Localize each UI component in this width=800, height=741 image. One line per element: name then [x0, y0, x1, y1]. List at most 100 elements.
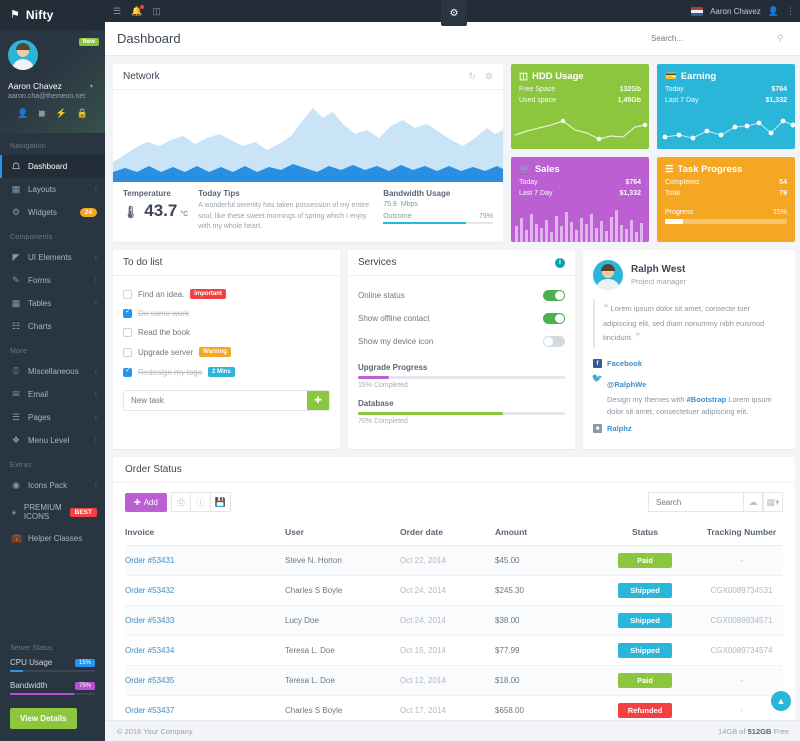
topbar-username[interactable]: Aaron Chavez: [710, 7, 761, 16]
arrow-up-icon[interactable]: ▲: [771, 691, 791, 711]
todo-item[interactable]: Do some work: [123, 304, 330, 323]
lock-icon[interactable]: 🔒: [77, 108, 88, 119]
table-row[interactable]: Order #53437 Charles S Boyle Oct 17, 201…: [125, 696, 783, 720]
sidebar-item-forms[interactable]: ✎ Forms ›: [0, 269, 105, 292]
sidebar-item-pages[interactable]: ☰ Pages ›: [0, 406, 105, 429]
service-toggle-row[interactable]: Show offline contact: [358, 307, 565, 330]
sidebar-item-premium-icons[interactable]: ⚹ PREMIUM ICONS BEST: [0, 497, 105, 527]
todo-item[interactable]: Read the book: [123, 323, 330, 342]
checkbox[interactable]: [123, 309, 132, 318]
bell-icon[interactable]: 🔔: [131, 6, 142, 17]
network-title: Network: [123, 71, 160, 82]
info-icon[interactable]: ⓘ: [191, 492, 211, 512]
orders-search-input[interactable]: [648, 492, 743, 512]
sidebar-item-label: Icons Pack: [28, 481, 67, 490]
col-invoice[interactable]: Invoice: [125, 521, 285, 546]
sidebar-item-helper-classes[interactable]: 💼 Helper Classes: [0, 527, 105, 550]
service-toggle-row[interactable]: Show my device icon: [358, 330, 565, 353]
table-row[interactable]: Order #53432 Charles S Boyle Oct 24, 201…: [125, 576, 783, 606]
save-icon[interactable]: 💾: [211, 492, 231, 512]
search-icon[interactable]: ⚲: [777, 33, 784, 44]
profile-name-row[interactable]: Aaron Chavez ▾: [8, 81, 97, 91]
checkbox[interactable]: [123, 348, 132, 357]
social-twitter[interactable]: 🐦 @RalphWe Design my themes with #Bootst…: [593, 374, 785, 418]
col-status[interactable]: Status: [590, 521, 700, 546]
cell-invoice[interactable]: Order #53434: [125, 636, 285, 666]
add-button[interactable]: ✚ Add: [125, 493, 167, 512]
col-tracking-number[interactable]: Tracking Number: [700, 521, 783, 546]
sidebar-item-ui-elements[interactable]: ◤ UI Elements ›: [0, 246, 105, 269]
cell-user: Charles S Boyle: [285, 576, 400, 606]
network-footer: Temperature 🌡 43.7 °C Today Tips A wonde…: [113, 182, 503, 233]
sidebar-item-charts[interactable]: ☷ Charts: [0, 315, 105, 338]
social-instagram[interactable]: ■ Ralphz: [593, 424, 785, 433]
sidebar-item-email[interactable]: ✉ Email ›: [0, 383, 105, 406]
refresh-icon[interactable]: ↻: [468, 71, 476, 82]
brand[interactable]: ⚑ Nifty: [0, 0, 105, 30]
cell-invoice[interactable]: Order #53431: [125, 546, 285, 576]
gear-icon[interactable]: ⚙: [485, 71, 493, 82]
panel-icon[interactable]: ◫: [152, 6, 161, 17]
sidebar-item-widgets[interactable]: ⚙ Widgets 24: [0, 201, 105, 224]
dots-vertical-icon[interactable]: ⋮: [786, 6, 795, 17]
stat-row-value: 132Gb: [620, 86, 641, 93]
sidebar-item-dashboard[interactable]: ☖ Dashboard: [0, 155, 105, 178]
pages-icon: ☰: [11, 412, 21, 423]
table-row[interactable]: Order #53433 Lucy Doe Oct 24, 2014 $38.0…: [125, 606, 783, 636]
checkbox[interactable]: [123, 328, 132, 337]
col-amount[interactable]: Amount: [495, 521, 590, 546]
stat-title: Earning: [681, 71, 716, 82]
toggle-switch[interactable]: [543, 290, 565, 301]
checkbox[interactable]: [123, 290, 132, 299]
avatar: [593, 260, 623, 290]
user-icon[interactable]: 👤: [17, 108, 28, 119]
todo-item[interactable]: Upgrade server Warning: [123, 342, 330, 362]
sidebar-item-icons-pack[interactable]: ◉ Icons Pack ›: [0, 474, 105, 497]
table-row[interactable]: Order #53434 Teresa L. Doe Oct 15, 2014 …: [125, 636, 783, 666]
status-badge: Paid: [618, 553, 672, 568]
toggle-switch[interactable]: [543, 313, 565, 324]
print-icon[interactable]: ⎙: [171, 492, 191, 512]
cell-date: Oct 22, 2014: [400, 546, 495, 576]
cell-invoice[interactable]: Order #53437: [125, 696, 285, 720]
col-user[interactable]: User: [285, 521, 400, 546]
info-icon[interactable]: i: [555, 258, 565, 268]
table-row[interactable]: Order #53435 Teresa L. Doe Oct 12, 2014 …: [125, 666, 783, 696]
cell-user: Teresa L. Doe: [285, 666, 400, 696]
sidebar-item-tables[interactable]: ▦ Tables ›: [0, 292, 105, 315]
header-search[interactable]: ⚲: [651, 33, 791, 44]
todo-badge: 2 Mins: [208, 367, 235, 377]
bolt-icon[interactable]: ⚡: [56, 108, 67, 119]
toggle-switch[interactable]: [543, 336, 565, 347]
network-panel: Network ↻ ⚙ Tempera: [113, 64, 503, 242]
add-task-button[interactable]: ✚: [307, 391, 329, 410]
grid-icon[interactable]: ▦▾: [763, 492, 783, 512]
sidebar-item-menu-level[interactable]: ❖ Menu Level ›: [0, 429, 105, 452]
cell-invoice[interactable]: Order #53435: [125, 666, 285, 696]
cell-invoice[interactable]: Order #53432: [125, 576, 285, 606]
table-row[interactable]: Order #53431 Steve N. Horton Oct 22, 201…: [125, 546, 783, 576]
page-title: Dashboard: [117, 31, 181, 46]
cell-invoice[interactable]: Order #53433: [125, 606, 285, 636]
chat-icon[interactable]: ◼: [38, 108, 45, 119]
checkbox[interactable]: [123, 368, 132, 377]
cloud-icon[interactable]: ☁: [743, 492, 763, 512]
social-facebook[interactable]: f Facebook: [593, 359, 785, 368]
todo-item[interactable]: Redesign my logo 2 Mins: [123, 362, 330, 382]
sidebar-item-miscellaneous[interactable]: ⍔ Miscellaneous ›: [0, 360, 105, 383]
avatar[interactable]: [8, 40, 38, 70]
todo-item[interactable]: Find an idea. Important: [123, 284, 330, 304]
search-input[interactable]: [651, 34, 771, 43]
user-icon[interactable]: 👤: [768, 6, 779, 17]
flag-icon[interactable]: [691, 7, 703, 16]
view-details-button[interactable]: View Details: [10, 708, 77, 729]
chevron-right-icon: ›: [95, 368, 97, 375]
ruler-icon: ◤: [11, 252, 21, 263]
new-task-input[interactable]: [124, 391, 307, 410]
menu-icon[interactable]: ☰: [113, 6, 121, 17]
sidebar-item-layouts[interactable]: ▦ Layouts ›: [0, 178, 105, 201]
service-toggle-row[interactable]: Online status: [358, 284, 565, 307]
col-order-date[interactable]: Order date: [400, 521, 495, 546]
gear-icon[interactable]: ⚙: [441, 0, 467, 26]
social-name: Ralphz: [607, 424, 632, 433]
